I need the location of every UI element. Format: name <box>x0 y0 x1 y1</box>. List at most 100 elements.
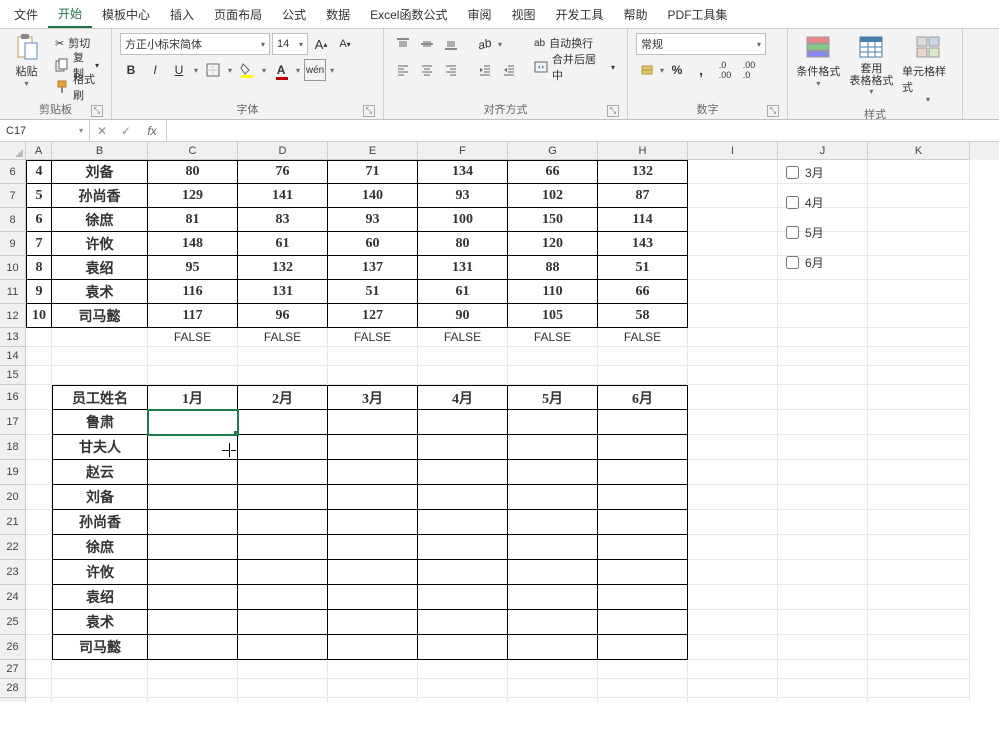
cell-I28[interactable] <box>688 679 778 698</box>
menu-PDF工具集[interactable]: PDF工具集 <box>658 2 738 27</box>
cell-I10[interactable] <box>688 256 778 280</box>
cell-I27[interactable] <box>688 660 778 679</box>
cell-F29[interactable] <box>418 698 508 702</box>
cell-B24[interactable]: 袁绍 <box>52 585 148 610</box>
cell-I21[interactable] <box>688 510 778 535</box>
cell-B28[interactable] <box>52 679 148 698</box>
decrease-decimal-button[interactable]: .00.0 <box>738 59 760 81</box>
col-header-F[interactable]: F <box>418 142 508 160</box>
cell-D12[interactable]: 96 <box>238 304 328 328</box>
cell-D26[interactable] <box>238 635 328 660</box>
cell-I18[interactable] <box>688 435 778 460</box>
name-box[interactable]: C17▾ <box>0 120 90 141</box>
row-header-13[interactable]: 13 <box>0 328 26 347</box>
cell-H14[interactable] <box>598 347 688 366</box>
chevron-down-icon[interactable]: ▾ <box>498 40 502 49</box>
format-painter-button[interactable]: 格式刷 <box>51 77 103 97</box>
row-header-7[interactable]: 7 <box>0 184 26 208</box>
cell-E18[interactable] <box>328 435 418 460</box>
cell-H22[interactable] <box>598 535 688 560</box>
cell-E15[interactable] <box>328 366 418 385</box>
font-name-select[interactable]: 方正小标宋简体▾ <box>120 33 270 55</box>
cell-C17[interactable] <box>148 410 238 435</box>
cell-C28[interactable] <box>148 679 238 698</box>
cell-G25[interactable] <box>508 610 598 635</box>
cell-B10[interactable]: 袁绍 <box>52 256 148 280</box>
cell-F15[interactable] <box>418 366 508 385</box>
cell-H19[interactable] <box>598 460 688 485</box>
cell-A10[interactable]: 8 <box>26 256 52 280</box>
cell-J23[interactable] <box>778 560 868 585</box>
chevron-down-icon[interactable]: ▾ <box>294 66 302 75</box>
cell-K27[interactable] <box>868 660 970 679</box>
cell-H11[interactable]: 66 <box>598 280 688 304</box>
row-header-26[interactable]: 26 <box>0 635 26 660</box>
cell-D28[interactable] <box>238 679 328 698</box>
cell-J22[interactable] <box>778 535 868 560</box>
cell-K25[interactable] <box>868 610 970 635</box>
col-header-E[interactable]: E <box>328 142 418 160</box>
cell-A25[interactable] <box>26 610 52 635</box>
cell-E17[interactable] <box>328 410 418 435</box>
cell-E28[interactable] <box>328 679 418 698</box>
cell-B18[interactable]: 甘夫人 <box>52 435 148 460</box>
menu-数据[interactable]: 数据 <box>316 2 360 27</box>
cell-E9[interactable]: 60 <box>328 232 418 256</box>
chevron-down-icon[interactable]: ▾ <box>192 66 200 75</box>
cell-K7[interactable] <box>868 184 970 208</box>
row-header-14[interactable]: 14 <box>0 347 26 366</box>
cell-A16[interactable] <box>26 385 52 410</box>
cell-H13[interactable]: FALSE <box>598 328 688 347</box>
cell-F26[interactable] <box>418 635 508 660</box>
chevron-down-icon[interactable]: ▾ <box>328 66 336 75</box>
cell-C20[interactable] <box>148 485 238 510</box>
cell-G13[interactable]: FALSE <box>508 328 598 347</box>
cell-H26[interactable] <box>598 635 688 660</box>
menu-视图[interactable]: 视图 <box>501 2 545 27</box>
cell-I25[interactable] <box>688 610 778 635</box>
cell-B15[interactable] <box>52 366 148 385</box>
cell-D16[interactable]: 2月 <box>238 385 328 410</box>
cell-K20[interactable] <box>868 485 970 510</box>
wrap-text-button[interactable]: ab自动换行 <box>530 33 619 53</box>
cell-K28[interactable] <box>868 679 970 698</box>
cell-B7[interactable]: 孙尚香 <box>52 184 148 208</box>
cell-I6[interactable] <box>688 160 778 184</box>
cell-D21[interactable] <box>238 510 328 535</box>
cell-K23[interactable] <box>868 560 970 585</box>
cell-B29[interactable] <box>52 698 148 702</box>
menu-页面布局[interactable]: 页面布局 <box>204 2 272 27</box>
cell-H15[interactable] <box>598 366 688 385</box>
cell-C7[interactable]: 129 <box>148 184 238 208</box>
cell-G15[interactable] <box>508 366 598 385</box>
cell-J14[interactable] <box>778 347 868 366</box>
row-header-21[interactable]: 21 <box>0 510 26 535</box>
row-header-29[interactable]: 29 <box>0 698 26 702</box>
cell-C21[interactable] <box>148 510 238 535</box>
fx-icon[interactable]: fx <box>138 124 166 138</box>
cell-E6[interactable]: 71 <box>328 160 418 184</box>
cell-D18[interactable] <box>238 435 328 460</box>
cell-H7[interactable]: 87 <box>598 184 688 208</box>
cell-D15[interactable] <box>238 366 328 385</box>
checkbox-5月[interactable]: 5月 <box>786 224 824 241</box>
shrink-font-button[interactable]: A▾ <box>334 33 356 55</box>
italic-button[interactable]: I <box>144 59 166 81</box>
cell-E20[interactable] <box>328 485 418 510</box>
chevron-down-icon[interactable]: ▾ <box>660 66 664 75</box>
cell-F12[interactable]: 90 <box>418 304 508 328</box>
cell-D8[interactable]: 83 <box>238 208 328 232</box>
cell-F20[interactable] <box>418 485 508 510</box>
cell-B12[interactable]: 司马懿 <box>52 304 148 328</box>
row-header-20[interactable]: 20 <box>0 485 26 510</box>
cell-H24[interactable] <box>598 585 688 610</box>
menu-帮助[interactable]: 帮助 <box>614 2 658 27</box>
checkbox-input[interactable] <box>786 226 799 239</box>
cell-B6[interactable]: 刘备 <box>52 160 148 184</box>
cell-G29[interactable] <box>508 698 598 702</box>
cell-J16[interactable] <box>778 385 868 410</box>
cell-E19[interactable] <box>328 460 418 485</box>
cell-E13[interactable]: FALSE <box>328 328 418 347</box>
dialog-launcher[interactable]: ⤡ <box>91 105 103 117</box>
row-header-12[interactable]: 12 <box>0 304 26 328</box>
